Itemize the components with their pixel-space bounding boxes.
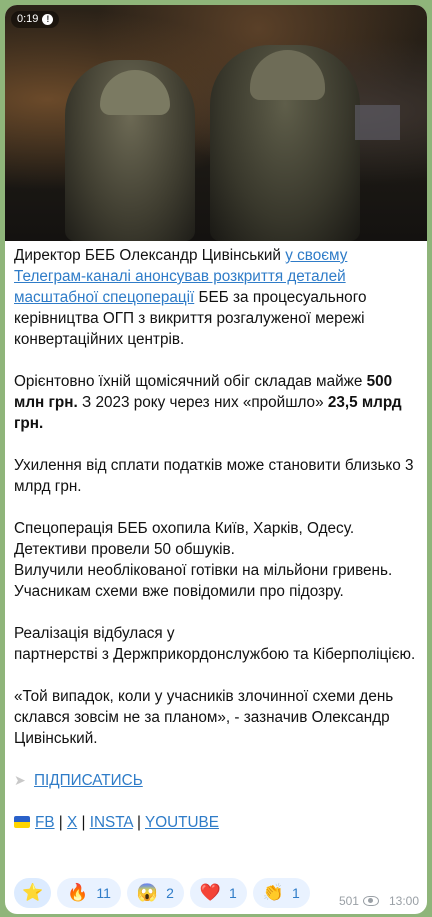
separator: | [54,814,68,831]
text-span: Директор БЕБ Олександр Цивінський [14,247,286,264]
paragraph: Директор БЕБ Олександр Цивінський у своє… [14,245,418,350]
subscribe-link[interactable]: ПІДПИСАТИСЬ [34,770,143,791]
paragraph-line: партнерстві з Держприкордонслужбою та Кі… [14,646,416,663]
message-meta: 501 13:00 [339,894,419,908]
reactions-bar: ⭐ 🔥 11 😱 2 ❤️ 1 👏 1 [14,878,310,908]
message-time: 13:00 [388,894,419,908]
paragraph-line: Детективи провели 50 обшуків. [14,541,235,558]
paragraph-line: Реалізація відбулася у [14,625,175,642]
x-link[interactable]: X [67,814,77,831]
reaction-scream[interactable]: 😱 2 [126,878,184,908]
video-preview[interactable]: 0:19 [5,5,427,241]
paragraph: Орієнтовно їхній щомісячний обіг складав… [14,371,418,434]
message-bubble: 0:19 Директор БЕБ Олександр Цивінський у… [5,5,427,914]
paragraph-line: Спецоперація БЕБ охопила Київ, Харків, О… [14,520,355,537]
subscribe-row: ➤ ПІДПИСАТИСЬ [14,770,418,791]
reaction-count: 2 [166,885,174,901]
text-span: З 2023 року через них «пройшло» [77,394,328,411]
fb-link[interactable]: FB [35,814,55,831]
youtube-link[interactable]: YOUTUBE [145,814,219,831]
paragraph-line: Вилучили необлікованої готівки на мільйо… [14,562,393,600]
separator: | [77,814,90,831]
star-icon: ⭐ [22,883,44,902]
reaction-heart[interactable]: ❤️ 1 [189,878,247,908]
eye-icon [362,896,379,906]
social-links-row: FB | X | INSTA | YOUTUBE [14,812,418,833]
message-text: Директор БЕБ Олександр Цивінський у своє… [14,245,418,833]
reaction-star[interactable]: ⭐ [14,878,52,908]
insta-link[interactable]: INSTA [90,814,133,831]
ukraine-flag-icon [14,816,30,828]
reaction-count: 1 [292,885,300,901]
scream-face-icon: 😱 [136,883,159,902]
paragraph: «Той випадок, коли у учасників злочинної… [14,688,394,747]
fire-icon: 🔥 [67,883,89,902]
clap-icon: 👏 [262,883,284,902]
reaction-count: 1 [229,885,237,901]
pointing-arrow-icon: ➤ [14,772,26,788]
reaction-clap[interactable]: 👏 1 [252,878,310,908]
video-duration-badge: 0:19 [11,11,60,28]
reaction-fire[interactable]: 🔥 11 [57,878,121,908]
view-count: 501 [338,894,359,908]
reaction-count: 11 [96,885,111,901]
video-duration: 0:19 [17,13,39,25]
heart-icon: ❤️ [199,883,222,902]
video-light [355,105,400,140]
text-span: Орієнтовно їхній щомісячний обіг складав… [14,373,367,390]
muted-icon[interactable] [42,13,54,25]
paragraph: Ухилення від сплати податків може станов… [14,457,414,495]
separator: | [132,814,145,831]
